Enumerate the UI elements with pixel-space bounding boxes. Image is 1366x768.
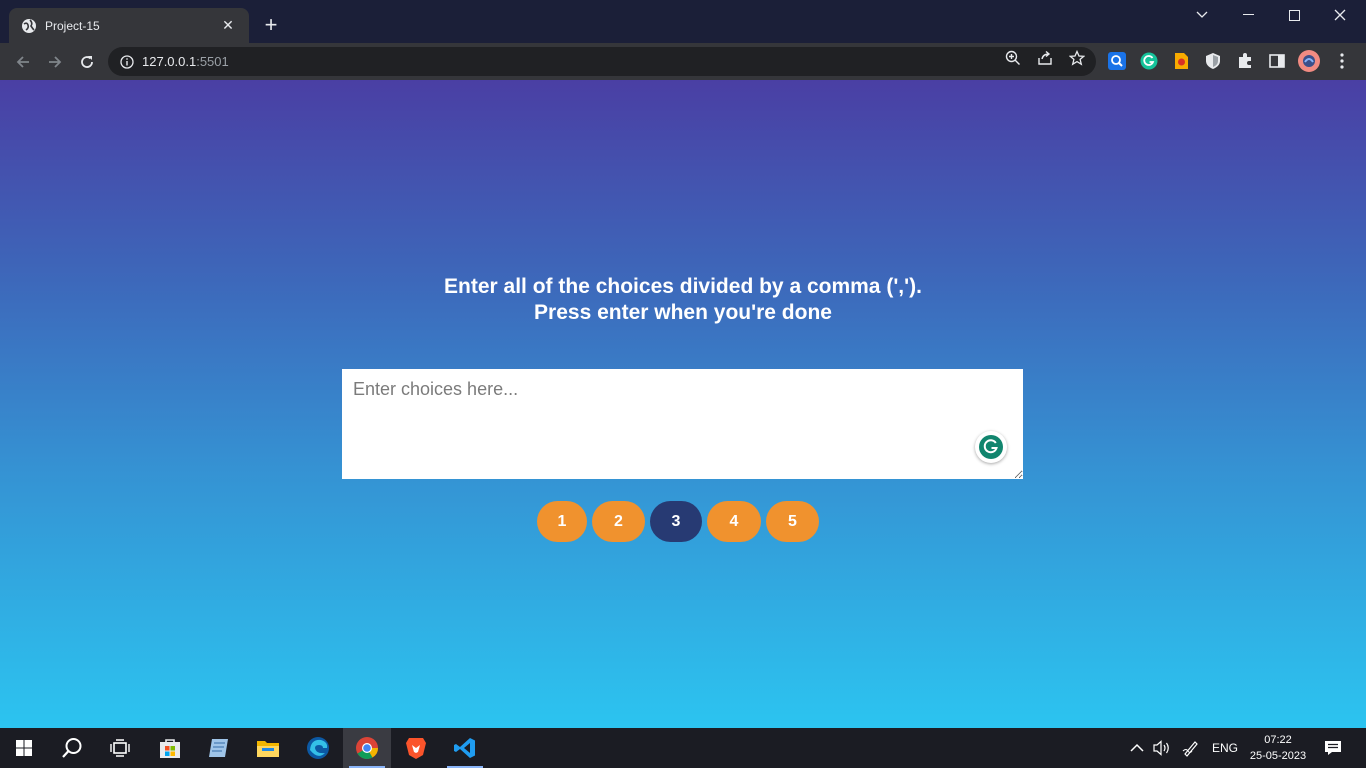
back-button[interactable] <box>10 49 36 75</box>
choice-count-pills: 12345 <box>537 501 819 542</box>
forward-button[interactable] <box>42 49 68 75</box>
shield-extension-icon[interactable] <box>1204 52 1222 70</box>
file-explorer-icon[interactable] <box>244 728 292 768</box>
note-extension-icon[interactable] <box>1172 52 1190 70</box>
instructions-heading: Enter all of the choices divided by a co… <box>283 274 1083 326</box>
edge-browser-icon[interactable] <box>294 728 342 768</box>
microsoft-store-icon[interactable] <box>146 728 194 768</box>
task-view-icon[interactable] <box>96 728 144 768</box>
share-icon[interactable] <box>1036 49 1054 67</box>
browser-menu-icon[interactable] <box>1333 52 1351 70</box>
clock-date: 25-05-2023 <box>1249 750 1307 762</box>
choice-count-pill-5[interactable]: 5 <box>766 501 819 542</box>
heading-line-2: Press enter when you're done <box>534 301 832 324</box>
minimize-button[interactable] <box>1225 0 1271 30</box>
new-tab-button[interactable]: + <box>260 14 282 36</box>
search-icon[interactable] <box>48 728 96 768</box>
page-viewport: Enter all of the choices divided by a co… <box>0 80 1366 728</box>
url-text[interactable]: 127.0.0.1:5501 <box>142 54 229 69</box>
browser-tab-strip: Project-15 ✕ + <box>0 0 1366 43</box>
start-windows-icon[interactable] <box>0 728 48 768</box>
browser-toolbar: 127.0.0.1:5501 <box>0 43 1366 80</box>
tab-search-button[interactable] <box>1179 0 1225 30</box>
bookmark-star-icon[interactable] <box>1068 49 1086 67</box>
address-bar[interactable]: 127.0.0.1:5501 <box>108 47 1096 76</box>
notifications-icon[interactable] <box>1324 728 1342 768</box>
choice-count-pill-2[interactable]: 2 <box>592 501 645 542</box>
language-indicator[interactable]: ENG <box>1212 728 1238 768</box>
tab-title: Project-15 <box>45 18 100 33</box>
search-extension-icon[interactable] <box>1108 52 1126 70</box>
close-window-button[interactable] <box>1317 0 1363 30</box>
zoom-icon[interactable] <box>1004 49 1022 67</box>
site-info-icon[interactable] <box>112 54 142 69</box>
choices-textarea[interactable] <box>342 369 1023 479</box>
vscode-icon[interactable] <box>441 728 489 768</box>
url-port: :5501 <box>196 54 229 69</box>
side-panel-icon[interactable] <box>1268 52 1286 70</box>
grammarly-extension-icon[interactable] <box>1140 52 1158 70</box>
chrome-taskbar-icon[interactable] <box>343 728 391 768</box>
choice-count-pill-4[interactable]: 4 <box>707 501 761 542</box>
heading-line-1: Enter all of the choices divided by a co… <box>444 275 922 298</box>
globe-icon <box>21 18 37 34</box>
volume-icon[interactable] <box>1153 728 1171 768</box>
close-tab-icon[interactable]: ✕ <box>219 17 237 34</box>
reload-button[interactable] <box>74 49 100 75</box>
windows-taskbar: ENG 07:22 25-05-2023 <box>0 728 1366 768</box>
notes-app-icon[interactable] <box>195 728 243 768</box>
url-host: 127.0.0.1 <box>142 54 197 69</box>
grammarly-icon[interactable] <box>975 431 1007 463</box>
clock-time: 07:22 <box>1264 734 1292 746</box>
choice-count-pill-1[interactable]: 1 <box>537 501 587 542</box>
profile-avatar[interactable] <box>1298 50 1320 72</box>
choice-count-pill-3[interactable]: 3 <box>650 501 702 542</box>
brave-browser-icon[interactable] <box>392 728 440 768</box>
pen-workspace-icon[interactable] <box>1182 728 1200 768</box>
maximize-button[interactable] <box>1271 0 1317 30</box>
browser-tab[interactable]: Project-15 ✕ <box>9 8 249 43</box>
system-clock[interactable]: 07:22 25-05-2023 <box>1244 732 1312 764</box>
extensions-puzzle-icon[interactable] <box>1236 52 1254 70</box>
show-hidden-icons-chevron-icon[interactable] <box>1130 728 1144 768</box>
